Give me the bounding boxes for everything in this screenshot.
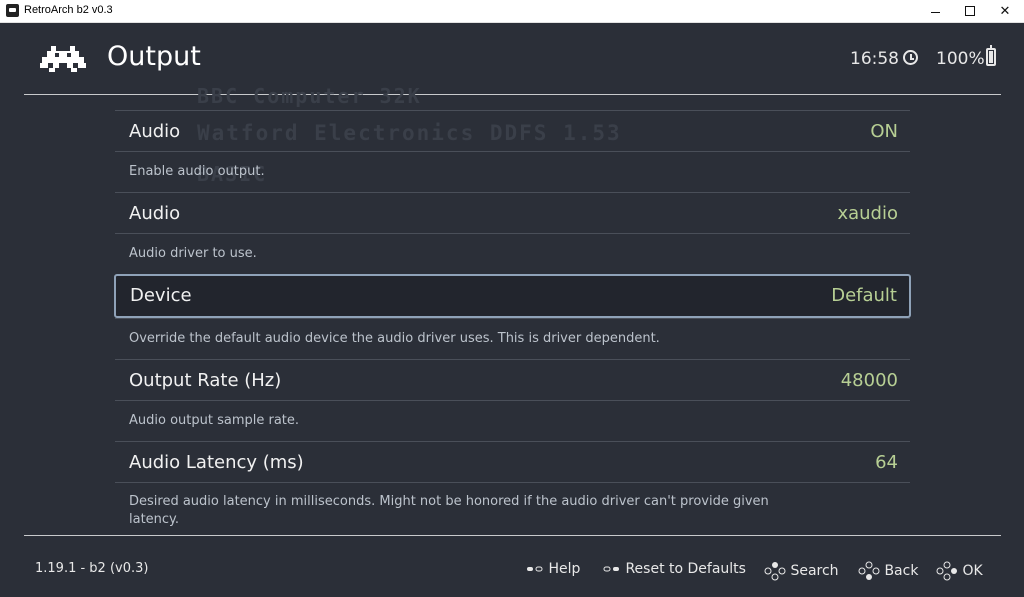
face-buttons-bottom-icon xyxy=(858,561,880,580)
help-button[interactable]: Help xyxy=(526,561,580,577)
setting-label: Audio Latency (ms) xyxy=(129,452,304,473)
setting-value: xaudio xyxy=(837,203,898,224)
close-icon: ✕ xyxy=(999,3,1011,19)
help-label: Help xyxy=(548,561,581,577)
face-buttons-top-icon xyxy=(764,562,786,581)
header-divider xyxy=(24,94,1001,95)
minimize-icon xyxy=(930,11,940,13)
ok-label: OK xyxy=(962,563,983,579)
setting-label: Device xyxy=(130,285,192,306)
setting-label: Output Rate (Hz) xyxy=(129,370,282,391)
reset-to-defaults-button[interactable]: Reset to Defaults xyxy=(603,561,746,577)
clock-text: 16:58 xyxy=(850,49,899,69)
setting-description: Desired audio latency in milliseconds. M… xyxy=(129,494,769,527)
back-label: Back xyxy=(884,563,919,579)
search-button[interactable]: Search xyxy=(764,561,839,581)
setting-audio-device[interactable]: Device Default xyxy=(114,274,911,318)
clock-icon xyxy=(903,50,918,65)
battery-text: 100% xyxy=(936,49,985,69)
setting-audio-enable[interactable]: Audio ON xyxy=(115,110,910,151)
footer-divider xyxy=(24,535,1001,536)
background-text-line: BBC Computer 32K xyxy=(197,84,422,108)
battery-icon xyxy=(986,45,996,66)
maximize-button[interactable] xyxy=(953,0,987,22)
minimize-button[interactable] xyxy=(918,0,952,22)
setting-value: 48000 xyxy=(840,370,898,391)
back-button[interactable]: Back xyxy=(858,561,918,581)
setting-audio-driver[interactable]: Audio xaudio xyxy=(115,192,910,233)
setting-description: Audio output sample rate. xyxy=(129,413,300,428)
page-title: Output xyxy=(107,41,201,72)
setting-description: Enable audio output. xyxy=(129,164,265,179)
window-title: RetroArch b2 v0.3 xyxy=(24,4,113,16)
settings-list: Audio ON Enable audio output. Audio xaud… xyxy=(114,110,911,541)
setting-value: Default xyxy=(831,285,897,306)
select-button-icon xyxy=(527,566,543,572)
setting-label: Audio xyxy=(129,203,181,224)
setting-description: Audio driver to use. xyxy=(129,246,257,261)
reset-label: Reset to Defaults xyxy=(625,561,746,577)
setting-label: Audio xyxy=(129,121,181,142)
setting-description: Override the default audio device the au… xyxy=(129,331,660,346)
setting-audio-latency[interactable]: Audio Latency (ms) 64 xyxy=(115,441,910,482)
setting-output-rate[interactable]: Output Rate (Hz) 48000 xyxy=(115,359,910,400)
maximize-icon xyxy=(965,6,975,16)
setting-value: 64 xyxy=(875,452,898,473)
ok-button[interactable]: OK xyxy=(936,561,983,581)
search-label: Search xyxy=(790,563,839,579)
start-button-icon xyxy=(603,566,619,572)
face-buttons-right-icon xyxy=(936,561,957,581)
window-titlebar: RetroArch b2 v0.3 ✕ xyxy=(0,0,1024,23)
close-button[interactable]: ✕ xyxy=(988,0,1022,22)
version-text: 1.19.1 - b2 (v0.3) xyxy=(35,561,149,576)
retroarch-app-icon xyxy=(6,4,19,17)
setting-value: ON xyxy=(870,121,898,142)
retroarch-logo-icon xyxy=(40,46,86,72)
